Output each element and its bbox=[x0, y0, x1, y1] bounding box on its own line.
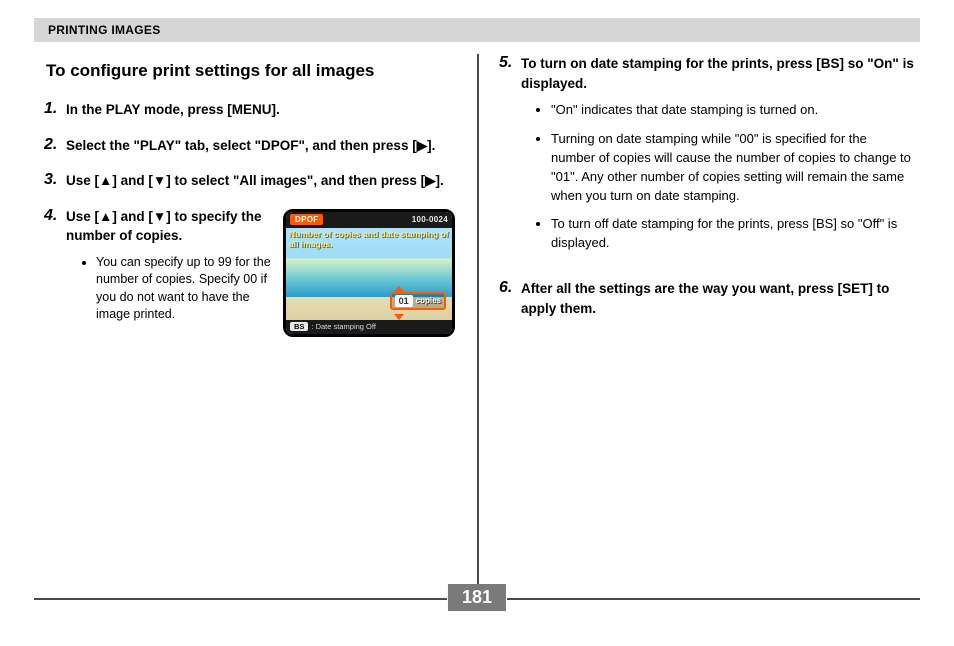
date-stamping-status: : Date stamping Off bbox=[311, 322, 375, 331]
step-number: 1. bbox=[40, 100, 66, 120]
camera-top-bar: DPOF 100-0024 bbox=[286, 212, 452, 228]
content-columns: To configure print settings for all imag… bbox=[34, 54, 920, 584]
step-number: 2. bbox=[40, 136, 66, 156]
image-id-label: 100-0024 bbox=[412, 215, 448, 224]
bullet-item: "On" indicates that date stamping is tur… bbox=[551, 101, 914, 120]
manual-page: PRINTING IMAGES To configure print setti… bbox=[0, 0, 954, 618]
step-bullets: "On" indicates that date stamping is tur… bbox=[551, 101, 914, 253]
section-header-bar: PRINTING IMAGES bbox=[34, 18, 920, 42]
step-1: 1. In the PLAY mode, press [MENU]. bbox=[40, 100, 459, 120]
step-6: 6. After all the settings are the way yo… bbox=[495, 279, 914, 318]
step-text: Select the "PLAY" tab, select "DPOF", an… bbox=[66, 136, 459, 156]
step-text: To turn on date stamping for the prints,… bbox=[521, 54, 914, 93]
copies-indicator: 01 copies bbox=[390, 292, 446, 310]
step-number: 4. bbox=[40, 207, 66, 337]
step-number: 5. bbox=[495, 54, 521, 263]
camera-bottom-bar: BS : Date stamping Off bbox=[286, 320, 452, 334]
copies-label: copies bbox=[416, 296, 441, 305]
step-2: 2. Select the "PLAY" tab, select "DPOF",… bbox=[40, 136, 459, 156]
camera-screen-illustration: DPOF 100-0024 Number of copies and date … bbox=[283, 209, 455, 337]
step-5: 5. To turn on date stamping for the prin… bbox=[495, 54, 914, 263]
section-header-text: PRINTING IMAGES bbox=[48, 23, 161, 37]
step-text: Use [▲] and [▼] to select "All images", … bbox=[66, 171, 459, 191]
step-text: In the PLAY mode, press [MENU]. bbox=[66, 100, 459, 120]
bullet-item: To turn off date stamping for the prints… bbox=[551, 215, 914, 253]
dpof-badge: DPOF bbox=[290, 214, 323, 225]
step-number: 3. bbox=[40, 171, 66, 191]
page-number-badge: 181 bbox=[448, 584, 506, 611]
bullet-item: You can specify up to 99 for the number … bbox=[96, 254, 275, 324]
right-column: 5. To turn on date stamping for the prin… bbox=[479, 54, 920, 584]
copies-value: 01 bbox=[395, 295, 413, 307]
camera-message-text: Number of copies and date stamping of al… bbox=[289, 229, 449, 250]
page-footer: 181 bbox=[34, 584, 920, 618]
step-4: 4. Use [▲] and [▼] to specify the number… bbox=[40, 207, 459, 337]
bullet-item: Turning on date stamping while "00" is s… bbox=[551, 130, 914, 205]
step-text: After all the settings are the way you w… bbox=[521, 279, 914, 318]
bs-badge: BS bbox=[290, 322, 308, 331]
step-text: Use [▲] and [▼] to specify the number of… bbox=[66, 207, 275, 246]
left-column: To configure print settings for all imag… bbox=[34, 54, 477, 584]
step-bullets: You can specify up to 99 for the number … bbox=[96, 254, 275, 324]
step-3: 3. Use [▲] and [▼] to select "All images… bbox=[40, 171, 459, 191]
page-title: To configure print settings for all imag… bbox=[46, 60, 459, 82]
step-number: 6. bbox=[495, 279, 521, 318]
